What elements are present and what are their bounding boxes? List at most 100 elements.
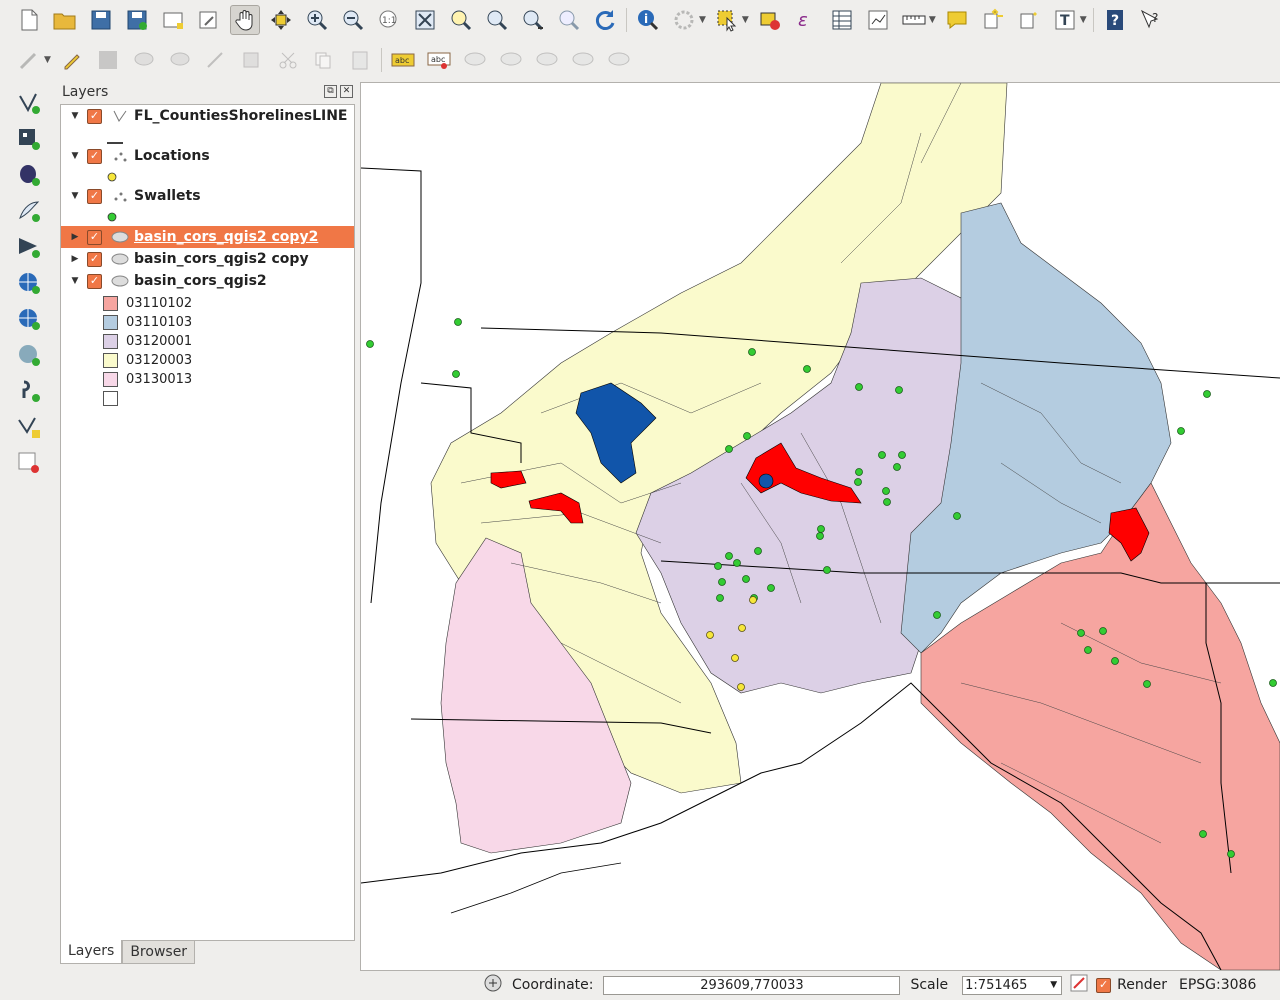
pan-icon[interactable] (230, 5, 260, 35)
expand-icon[interactable]: ▶ (67, 232, 83, 242)
collapse-icon[interactable]: ▼ (67, 191, 83, 201)
remove-layer-icon[interactable] (14, 448, 44, 478)
layer-row[interactable]: ▼ ✓ Swallets (61, 185, 354, 207)
add-wms-layer-icon[interactable] (14, 268, 44, 298)
legend-category[interactable] (103, 389, 126, 408)
refresh-icon[interactable] (590, 5, 620, 35)
add-mssql-layer-icon[interactable] (14, 232, 44, 262)
layer-row[interactable]: ▼ ✓ FL_CountiesShorelinesLINE (61, 105, 354, 127)
current-edits-icon[interactable] (14, 45, 44, 75)
zoom-to-layer-icon[interactable] (482, 5, 512, 35)
label-rotate-icon[interactable] (568, 45, 598, 75)
map-drawing[interactable] (361, 83, 1280, 970)
label-move-icon[interactable] (532, 45, 562, 75)
delete-selected-icon[interactable] (237, 45, 267, 75)
label-show-hide-icon[interactable] (496, 45, 526, 75)
collapse-icon[interactable]: ▼ (67, 276, 83, 286)
zoom-out-icon[interactable] (338, 5, 368, 35)
zoom-in-icon[interactable] (302, 5, 332, 35)
layer-visibility-checkbox[interactable]: ✓ (87, 251, 102, 267)
zoom-to-selection-icon[interactable] (446, 5, 476, 35)
map-tips-icon[interactable] (942, 5, 972, 35)
layer-visibility-checkbox[interactable]: ✓ (87, 273, 102, 289)
statistics-icon[interactable] (863, 5, 893, 35)
legend-category[interactable]: 03120003 (103, 351, 192, 370)
tab-layers[interactable]: Layers (60, 940, 123, 964)
coordinate-input[interactable]: 293609,770033 (603, 975, 901, 995)
text-annotation-icon[interactable]: T (1050, 5, 1080, 35)
label-highlight-icon[interactable] (460, 45, 490, 75)
paste-features-icon[interactable] (345, 45, 375, 75)
expand-icon[interactable]: ▶ (67, 254, 83, 264)
close-panel-button[interactable]: ✕ (340, 85, 353, 98)
open-project-icon[interactable] (50, 5, 80, 35)
legend-category[interactable]: 03120001 (103, 332, 192, 351)
layer-row-selected[interactable]: ▶ ✓ basin_cors_qgis2 copy2 (61, 226, 354, 248)
measure-icon[interactable] (899, 5, 929, 35)
whats-this-icon[interactable]: ? (1136, 5, 1166, 35)
show-bookmarks-icon[interactable] (1014, 5, 1044, 35)
add-wcs-layer-icon[interactable] (14, 304, 44, 334)
attribute-table-icon[interactable] (827, 5, 857, 35)
field-calculator-icon[interactable]: ε (791, 5, 821, 35)
stop-render-icon[interactable] (1070, 974, 1088, 996)
action-icon[interactable] (669, 5, 699, 35)
add-wfs-layer-icon[interactable] (14, 340, 44, 370)
messages-icon[interactable] (484, 974, 502, 996)
collapse-icon[interactable]: ▼ (67, 111, 83, 121)
save-project-icon[interactable] (86, 5, 116, 35)
layer-visibility-checkbox[interactable]: ✓ (87, 188, 102, 204)
layer-row[interactable]: ▼ ✓ Locations (61, 145, 354, 167)
new-project-icon[interactable] (14, 5, 44, 35)
add-vector-layer-icon[interactable] (14, 88, 44, 118)
legend-category[interactable]: 03110103 (103, 313, 192, 332)
zoom-native-icon[interactable]: 1:1 (374, 5, 404, 35)
help-icon[interactable]: ? (1100, 5, 1130, 35)
move-feature-icon[interactable] (165, 45, 195, 75)
add-feature-icon[interactable] (129, 45, 159, 75)
identify-icon[interactable]: i (633, 5, 663, 35)
toggle-editing-icon[interactable] (57, 45, 87, 75)
deselect-icon[interactable] (755, 5, 785, 35)
crs-status-button[interactable]: EPSG:3086 (1179, 977, 1256, 993)
svg-text:abc: abc (395, 56, 409, 65)
tab-browser[interactable]: Browser (122, 940, 196, 964)
layer-labeling-icon[interactable]: abc (388, 45, 418, 75)
map-canvas[interactable] (360, 82, 1280, 971)
pan-to-selection-icon[interactable] (266, 5, 296, 35)
render-checkbox[interactable]: ✓ (1096, 977, 1112, 993)
select-features-icon[interactable] (712, 5, 742, 35)
scale-combobox[interactable]: 1:751465 ▼ (962, 975, 1063, 995)
layer-row[interactable]: ▼ ✓ basin_cors_qgis2 (61, 270, 354, 292)
legend-category[interactable]: 03110102 (103, 294, 192, 313)
zoom-full-icon[interactable] (410, 5, 440, 35)
composer-manager-icon[interactable] (194, 5, 224, 35)
legend-category[interactable]: 03130013 (103, 370, 192, 389)
new-shapefile-layer-icon[interactable] (14, 412, 44, 442)
zoom-next-icon[interactable] (554, 5, 584, 35)
label-change-icon[interactable] (604, 45, 634, 75)
category-label: 03110102 (126, 296, 193, 311)
collapse-icon[interactable]: ▼ (67, 151, 83, 161)
new-print-composer-icon[interactable] (158, 5, 188, 35)
copy-features-icon[interactable] (309, 45, 339, 75)
zoom-last-icon[interactable] (518, 5, 548, 35)
label-pin-icon[interactable]: abc (424, 45, 454, 75)
save-as-icon[interactable] (122, 5, 152, 35)
float-panel-button[interactable]: ⧉ (324, 85, 337, 98)
main-toolbar: 1:1 i ▼ ▼ ε ▼ T ▼ ? ? (0, 0, 1280, 40)
layer-visibility-checkbox[interactable]: ✓ (87, 108, 102, 124)
layer-row[interactable]: ▶ ✓ basin_cors_qgis2 copy (61, 248, 354, 270)
layer-visibility-checkbox[interactable]: ✓ (87, 148, 102, 164)
point-symbol-yellow (107, 171, 117, 186)
new-bookmark-icon[interactable] (978, 5, 1008, 35)
save-layer-edits-icon[interactable] (93, 45, 123, 75)
cut-features-icon[interactable] (273, 45, 303, 75)
add-raster-layer-icon[interactable] (14, 124, 44, 154)
point-layer-icon (110, 149, 130, 163)
node-tool-icon[interactable] (201, 45, 231, 75)
add-delimited-text-icon[interactable] (14, 376, 44, 406)
add-postgis-layer-icon[interactable] (14, 160, 44, 190)
add-spatialite-layer-icon[interactable] (14, 196, 44, 226)
layer-visibility-checkbox[interactable]: ✓ (87, 229, 102, 245)
